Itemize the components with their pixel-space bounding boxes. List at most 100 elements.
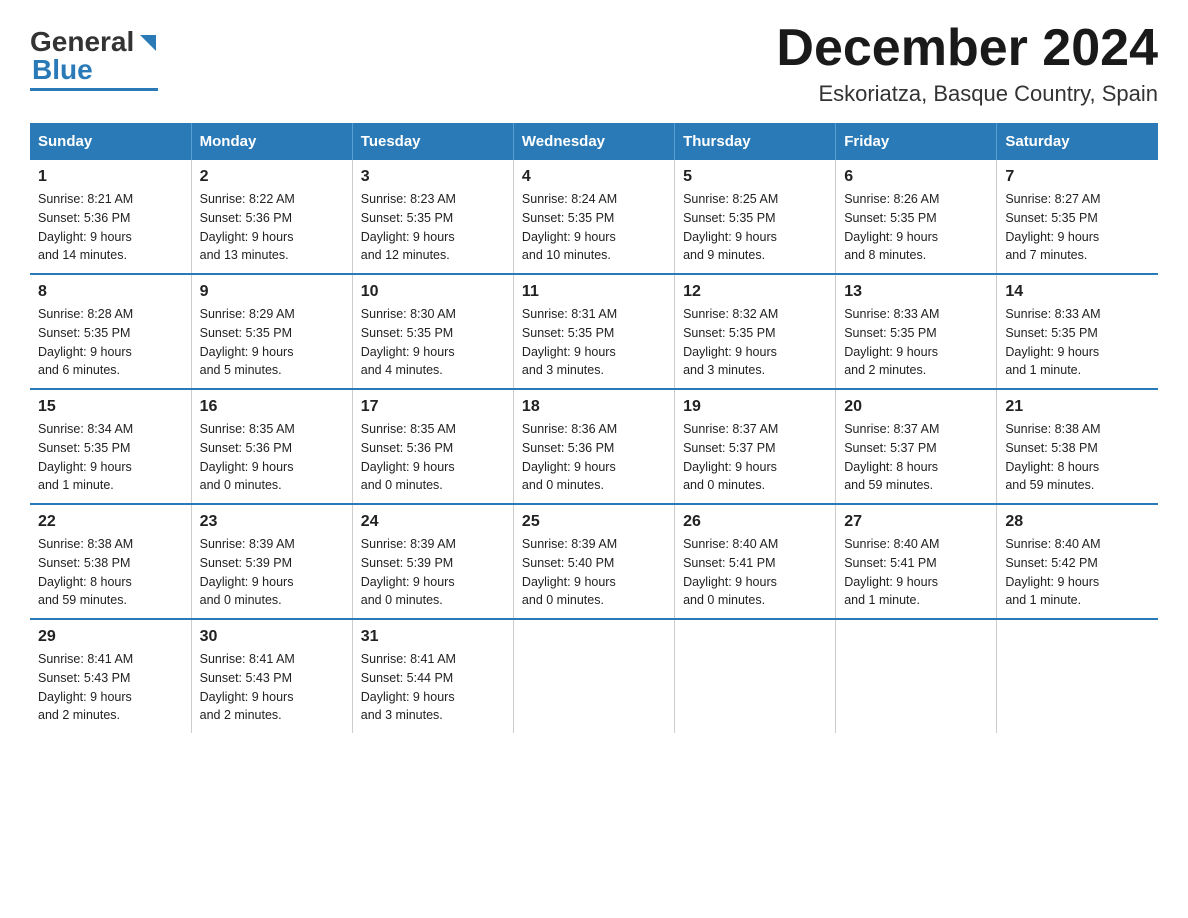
calendar-cell: 25Sunrise: 8:39 AMSunset: 5:40 PMDayligh… xyxy=(513,504,674,619)
day-number: 24 xyxy=(361,513,505,531)
day-number: 28 xyxy=(1005,513,1150,531)
calendar-cell: 2 Sunrise: 8:22 AMSunset: 5:36 PMDaylight… xyxy=(191,160,352,274)
day-number: 26 xyxy=(683,513,827,531)
calendar-cell: 24 Sunrise: 8:39 AMSunset: 5:39 PMDayligh… xyxy=(352,504,513,619)
calendar-header-row: SundayMondayTuesdayWednesdayThursdayFrid… xyxy=(30,123,1158,160)
calendar-cell xyxy=(836,619,997,733)
calendar-cell xyxy=(513,619,674,733)
day-number: 2 xyxy=(200,168,344,186)
calendar-cell: 12 Sunrise: 8:32 AMSunset: 5:35 PMDayligh… xyxy=(675,274,836,389)
calendar-cell: 15 Sunrise: 8:34 AMSunset: 5:35 PMDayligh… xyxy=(30,389,191,504)
day-number: 22 xyxy=(38,513,183,531)
day-number: 13 xyxy=(844,283,988,301)
day-number: 10 xyxy=(361,283,505,301)
day-number: 15 xyxy=(38,398,183,416)
header-tuesday: Tuesday xyxy=(352,123,513,160)
day-info: Sunrise: 8:31 AMSunset: 5:35 PMDaylight:… xyxy=(522,305,666,380)
day-info: Sunrise: 8:25 AMSunset: 5:35 PMDaylight:… xyxy=(683,190,827,265)
page-header: General Blue December 2024 Eskoriatza, B… xyxy=(30,20,1158,107)
header-friday: Friday xyxy=(836,123,997,160)
day-info: Sunrise: 8:37 AMSunset: 5:37 PMDaylight:… xyxy=(683,420,827,495)
day-number: 27 xyxy=(844,513,988,531)
day-info: Sunrise: 8:33 AMSunset: 5:35 PMDaylight:… xyxy=(844,305,988,380)
day-info: Sunrise: 8:38 AMSunset: 5:38 PMDaylight:… xyxy=(38,535,183,610)
calendar-cell: 30Sunrise: 8:41 AMSunset: 5:43 PMDayligh… xyxy=(191,619,352,733)
calendar-cell: 23 Sunrise: 8:39 AMSunset: 5:39 PMDayligh… xyxy=(191,504,352,619)
day-info: Sunrise: 8:39 AMSunset: 5:39 PMDaylight:… xyxy=(361,535,505,610)
day-info: Sunrise: 8:34 AMSunset: 5:35 PMDaylight:… xyxy=(38,420,183,495)
day-info: Sunrise: 8:36 AMSunset: 5:36 PMDaylight:… xyxy=(522,420,666,495)
day-info: Sunrise: 8:32 AMSunset: 5:35 PMDaylight:… xyxy=(683,305,827,380)
calendar-cell: 27 Sunrise: 8:40 AMSunset: 5:41 PMDayligh… xyxy=(836,504,997,619)
day-info: Sunrise: 8:27 AMSunset: 5:35 PMDaylight:… xyxy=(1005,190,1150,265)
day-info: Sunrise: 8:39 AMSunset: 5:40 PMDaylight:… xyxy=(522,535,666,610)
day-number: 31 xyxy=(361,628,505,646)
day-number: 5 xyxy=(683,168,827,186)
calendar-cell: 10 Sunrise: 8:30 AMSunset: 5:35 PMDayligh… xyxy=(352,274,513,389)
calendar-cell: 18 Sunrise: 8:36 AMSunset: 5:36 PMDayligh… xyxy=(513,389,674,504)
day-info: Sunrise: 8:40 AMSunset: 5:41 PMDaylight:… xyxy=(844,535,988,610)
calendar-week-row: 29Sunrise: 8:41 AMSunset: 5:43 PMDayligh… xyxy=(30,619,1158,733)
logo-triangle-icon xyxy=(136,31,158,53)
calendar-cell: 4Sunrise: 8:24 AMSunset: 5:35 PMDaylight… xyxy=(513,160,674,274)
day-info: Sunrise: 8:21 AMSunset: 5:36 PMDaylight:… xyxy=(38,190,183,265)
day-info: Sunrise: 8:41 AMSunset: 5:44 PMDaylight:… xyxy=(361,650,505,725)
calendar-week-row: 1 Sunrise: 8:21 AMSunset: 5:36 PMDaylight… xyxy=(30,160,1158,274)
day-number: 6 xyxy=(844,168,988,186)
day-number: 11 xyxy=(522,283,666,301)
day-number: 8 xyxy=(38,283,183,301)
calendar-cell xyxy=(997,619,1158,733)
day-number: 1 xyxy=(38,168,183,186)
day-info: Sunrise: 8:26 AMSunset: 5:35 PMDaylight:… xyxy=(844,190,988,265)
calendar-cell: 26Sunrise: 8:40 AMSunset: 5:41 PMDayligh… xyxy=(675,504,836,619)
calendar-cell: 7Sunrise: 8:27 AMSunset: 5:35 PMDaylight… xyxy=(997,160,1158,274)
header-wednesday: Wednesday xyxy=(513,123,674,160)
day-info: Sunrise: 8:29 AMSunset: 5:35 PMDaylight:… xyxy=(200,305,344,380)
day-number: 17 xyxy=(361,398,505,416)
calendar-cell: 11 Sunrise: 8:31 AMSunset: 5:35 PMDayligh… xyxy=(513,274,674,389)
header-thursday: Thursday xyxy=(675,123,836,160)
calendar-cell: 28 Sunrise: 8:40 AMSunset: 5:42 PMDayligh… xyxy=(997,504,1158,619)
day-number: 14 xyxy=(1005,283,1150,301)
calendar-cell: 21 Sunrise: 8:38 AMSunset: 5:38 PMDayligh… xyxy=(997,389,1158,504)
day-info: Sunrise: 8:41 AMSunset: 5:43 PMDaylight:… xyxy=(38,650,183,725)
day-number: 21 xyxy=(1005,398,1150,416)
day-number: 12 xyxy=(683,283,827,301)
day-info: Sunrise: 8:28 AMSunset: 5:35 PMDaylight:… xyxy=(38,305,183,380)
calendar-week-row: 15 Sunrise: 8:34 AMSunset: 5:35 PMDayligh… xyxy=(30,389,1158,504)
calendar-table: SundayMondayTuesdayWednesdayThursdayFrid… xyxy=(30,123,1158,733)
day-number: 20 xyxy=(844,398,988,416)
calendar-cell: 6 Sunrise: 8:26 AMSunset: 5:35 PMDaylight… xyxy=(836,160,997,274)
day-info: Sunrise: 8:39 AMSunset: 5:39 PMDaylight:… xyxy=(200,535,344,610)
calendar-cell: 22 Sunrise: 8:38 AMSunset: 5:38 PMDayligh… xyxy=(30,504,191,619)
day-number: 19 xyxy=(683,398,827,416)
day-info: Sunrise: 8:40 AMSunset: 5:42 PMDaylight:… xyxy=(1005,535,1150,610)
logo-underline xyxy=(30,88,158,91)
calendar-cell: 17 Sunrise: 8:35 AMSunset: 5:36 PMDayligh… xyxy=(352,389,513,504)
logo-blue-text: Blue xyxy=(32,54,93,86)
calendar-cell: 3Sunrise: 8:23 AMSunset: 5:35 PMDaylight… xyxy=(352,160,513,274)
calendar-cell: 19 Sunrise: 8:37 AMSunset: 5:37 PMDayligh… xyxy=(675,389,836,504)
calendar-title: December 2024 xyxy=(776,20,1158,77)
header-sunday: Sunday xyxy=(30,123,191,160)
day-info: Sunrise: 8:30 AMSunset: 5:35 PMDaylight:… xyxy=(361,305,505,380)
calendar-cell xyxy=(675,619,836,733)
day-number: 18 xyxy=(522,398,666,416)
day-number: 16 xyxy=(200,398,344,416)
calendar-cell: 29Sunrise: 8:41 AMSunset: 5:43 PMDayligh… xyxy=(30,619,191,733)
calendar-cell: 13 Sunrise: 8:33 AMSunset: 5:35 PMDayligh… xyxy=(836,274,997,389)
title-area: December 2024 Eskoriatza, Basque Country… xyxy=(776,20,1158,107)
day-info: Sunrise: 8:38 AMSunset: 5:38 PMDaylight:… xyxy=(1005,420,1150,495)
day-number: 23 xyxy=(200,513,344,531)
calendar-cell: 16Sunrise: 8:35 AMSunset: 5:36 PMDayligh… xyxy=(191,389,352,504)
calendar-subtitle: Eskoriatza, Basque Country, Spain xyxy=(776,81,1158,107)
day-number: 30 xyxy=(200,628,344,646)
day-info: Sunrise: 8:35 AMSunset: 5:36 PMDaylight:… xyxy=(361,420,505,495)
calendar-week-row: 22 Sunrise: 8:38 AMSunset: 5:38 PMDayligh… xyxy=(30,504,1158,619)
day-number: 9 xyxy=(200,283,344,301)
day-info: Sunrise: 8:22 AMSunset: 5:36 PMDaylight:… xyxy=(200,190,344,265)
calendar-cell: 14Sunrise: 8:33 AMSunset: 5:35 PMDayligh… xyxy=(997,274,1158,389)
calendar-week-row: 8 Sunrise: 8:28 AMSunset: 5:35 PMDaylight… xyxy=(30,274,1158,389)
day-info: Sunrise: 8:24 AMSunset: 5:35 PMDaylight:… xyxy=(522,190,666,265)
calendar-cell: 8 Sunrise: 8:28 AMSunset: 5:35 PMDaylight… xyxy=(30,274,191,389)
